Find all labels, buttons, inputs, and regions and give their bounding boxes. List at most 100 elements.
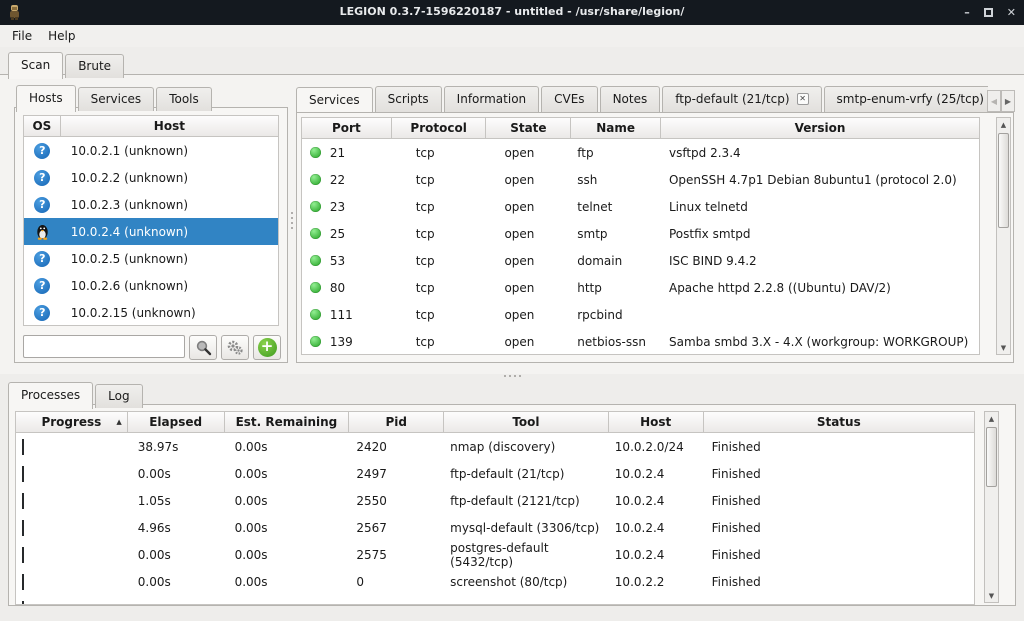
- progress-bar: [22, 601, 24, 606]
- process-row-partial[interactable]: [16, 595, 974, 605]
- minimize-button[interactable]: –: [964, 7, 970, 18]
- column-header-protocol[interactable]: Protocol: [392, 118, 487, 138]
- scroll-tabs-right-icon[interactable]: ▶: [1001, 90, 1015, 112]
- sort-ascending-icon: ▲: [116, 418, 121, 426]
- add-host-button[interactable]: +: [253, 335, 281, 360]
- window-title: LEGION 0.3.7-1596220187 - untitled - /us…: [0, 5, 1024, 18]
- unknown-os-icon: ?: [34, 278, 50, 294]
- services-pane: Port Protocol State Name Version 21 tcp …: [296, 112, 1014, 363]
- unknown-os-icon: ?: [34, 170, 50, 186]
- host-filter-row: +: [23, 335, 281, 361]
- column-header-name[interactable]: Name: [571, 118, 661, 138]
- services-scrollbar[interactable]: ▲ ▼: [996, 117, 1011, 355]
- tab-processes[interactable]: Processes: [8, 382, 93, 409]
- process-row[interactable]: 0.00s 0.00s 2497 ftp-default (21/tcp) 10…: [16, 460, 974, 487]
- column-header-state[interactable]: State: [486, 118, 571, 138]
- search-button[interactable]: [189, 335, 217, 360]
- column-header-os[interactable]: OS: [24, 116, 61, 136]
- titlebar: LEGION 0.3.7-1596220187 - untitled - /us…: [0, 0, 1024, 25]
- host-row[interactable]: ? 10.0.2.3 (unknown): [24, 191, 278, 218]
- processes-table: Progress ▲ Elapsed Est. Remaining Pid To…: [15, 411, 975, 605]
- progress-bar: [22, 493, 24, 509]
- processes-pane: Progress ▲ Elapsed Est. Remaining Pid To…: [8, 404, 1016, 606]
- process-row[interactable]: 0.00s 0.00s 0 screenshot (80/tcp) 10.0.2…: [16, 568, 974, 595]
- column-header-port[interactable]: Port: [302, 118, 392, 138]
- progress-bar: [22, 547, 24, 563]
- progress-bar: [22, 520, 24, 536]
- hosts-tabbar: Hosts Services Tools: [16, 85, 214, 111]
- tab-information[interactable]: Information: [444, 86, 539, 112]
- hosts-pane: OS Host ? 10.0.2.1 (unknown) ? 10.0.2.2 …: [14, 107, 288, 363]
- tab-services[interactable]: Services: [296, 87, 373, 112]
- close-button[interactable]: ✕: [1007, 7, 1016, 18]
- scroll-down-icon[interactable]: ▼: [989, 589, 994, 602]
- service-row[interactable]: 111 tcp open rpcbind: [302, 301, 979, 328]
- column-header-pid[interactable]: Pid: [349, 412, 444, 432]
- host-row[interactable]: ? 10.0.2.15 (unknown): [24, 299, 278, 326]
- horizontal-splitter[interactable]: [498, 375, 526, 379]
- host-row-selected[interactable]: 10.0.2.4 (unknown): [24, 218, 278, 245]
- tab-cves[interactable]: CVEs: [541, 86, 597, 112]
- tab-smtp-enum-vrfy-25[interactable]: smtp-enum-vrfy (25/tcp) ✕: [824, 86, 988, 112]
- tab-scan[interactable]: Scan: [8, 52, 63, 79]
- column-header-progress[interactable]: Progress ▲: [16, 412, 128, 432]
- host-filter-input[interactable]: [23, 335, 185, 358]
- scroll-up-icon[interactable]: ▲: [1001, 118, 1006, 131]
- scroll-tabs-left-icon[interactable]: ◀: [987, 90, 1001, 112]
- process-row[interactable]: 4.96s 0.00s 2567 mysql-default (3306/tcp…: [16, 514, 974, 541]
- open-port-icon: [310, 309, 321, 320]
- scroll-down-icon[interactable]: ▼: [1001, 341, 1006, 354]
- process-row[interactable]: 0.00s 0.00s 2575 postgres-default (5432/…: [16, 541, 974, 568]
- column-header-tool[interactable]: Tool: [444, 412, 609, 432]
- host-row[interactable]: ? 10.0.2.2 (unknown): [24, 164, 278, 191]
- column-header-elapsed[interactable]: Elapsed: [128, 412, 225, 432]
- tab-tools[interactable]: Tools: [156, 87, 212, 111]
- host-row[interactable]: ? 10.0.2.1 (unknown): [24, 137, 278, 164]
- column-header-est-remaining[interactable]: Est. Remaining: [225, 412, 350, 432]
- processes-scrollbar[interactable]: ▲ ▼: [984, 411, 999, 603]
- service-row[interactable]: 22 tcp open ssh OpenSSH 4.7p1 Debian 8ub…: [302, 166, 979, 193]
- tab-notes[interactable]: Notes: [600, 86, 661, 112]
- host-row[interactable]: ? 10.0.2.5 (unknown): [24, 245, 278, 272]
- gears-icon: [226, 340, 244, 356]
- process-row[interactable]: 1.05s 0.00s 2550 ftp-default (2121/tcp) …: [16, 487, 974, 514]
- tab-ftp-default-21[interactable]: ftp-default (21/tcp) ✕: [662, 86, 821, 112]
- service-row[interactable]: 25 tcp open smtp Postfix smtpd: [302, 220, 979, 247]
- progress-bar: [22, 466, 24, 482]
- column-header-host[interactable]: Host: [61, 116, 278, 136]
- menu-help[interactable]: Help: [40, 26, 83, 46]
- maximize-button[interactable]: [984, 8, 993, 17]
- service-row[interactable]: 53 tcp open domain ISC BIND 9.4.2: [302, 247, 979, 274]
- open-port-icon: [310, 201, 321, 212]
- open-port-icon: [310, 255, 321, 266]
- tab-host-services[interactable]: Services: [78, 87, 155, 111]
- settings-button[interactable]: [221, 335, 249, 360]
- tab-hosts[interactable]: Hosts: [16, 85, 76, 112]
- close-tab-icon[interactable]: ✕: [797, 93, 809, 105]
- tab-scroll-buttons: ◀ ▶: [987, 90, 1015, 112]
- host-row[interactable]: ? 10.0.2.6 (unknown): [24, 272, 278, 299]
- tab-scripts[interactable]: Scripts: [375, 86, 442, 112]
- tab-brute[interactable]: Brute: [65, 54, 124, 78]
- process-row[interactable]: 38.97s 0.00s 2420 nmap (discovery) 10.0.…: [16, 433, 974, 460]
- main-tabbar: Scan Brute: [8, 52, 126, 78]
- linux-os-icon: [35, 223, 50, 240]
- service-row[interactable]: 80 tcp open http Apache httpd 2.2.8 ((Ub…: [302, 274, 979, 301]
- column-header-host[interactable]: Host: [609, 412, 704, 432]
- unknown-os-icon: ?: [34, 305, 50, 321]
- unknown-os-icon: ?: [34, 143, 50, 159]
- menu-file[interactable]: File: [4, 26, 40, 46]
- column-header-status[interactable]: Status: [704, 412, 974, 432]
- service-row[interactable]: 21 tcp open ftp vsftpd 2.3.4: [302, 139, 979, 166]
- menubar: File Help: [0, 25, 1024, 47]
- tab-log[interactable]: Log: [95, 384, 142, 408]
- service-row[interactable]: 23 tcp open telnet Linux telnetd: [302, 193, 979, 220]
- column-header-version[interactable]: Version: [661, 118, 979, 138]
- hosts-table: OS Host ? 10.0.2.1 (unknown) ? 10.0.2.2 …: [23, 115, 279, 326]
- service-row[interactable]: 139 tcp open netbios-ssn Samba smbd 3.X …: [302, 328, 979, 355]
- scroll-up-icon[interactable]: ▲: [989, 412, 994, 425]
- services-tabbar: Services Scripts Information CVEs Notes …: [296, 86, 988, 112]
- open-port-icon: [310, 282, 321, 293]
- vertical-splitter[interactable]: [290, 212, 294, 240]
- open-port-icon: [310, 228, 321, 239]
